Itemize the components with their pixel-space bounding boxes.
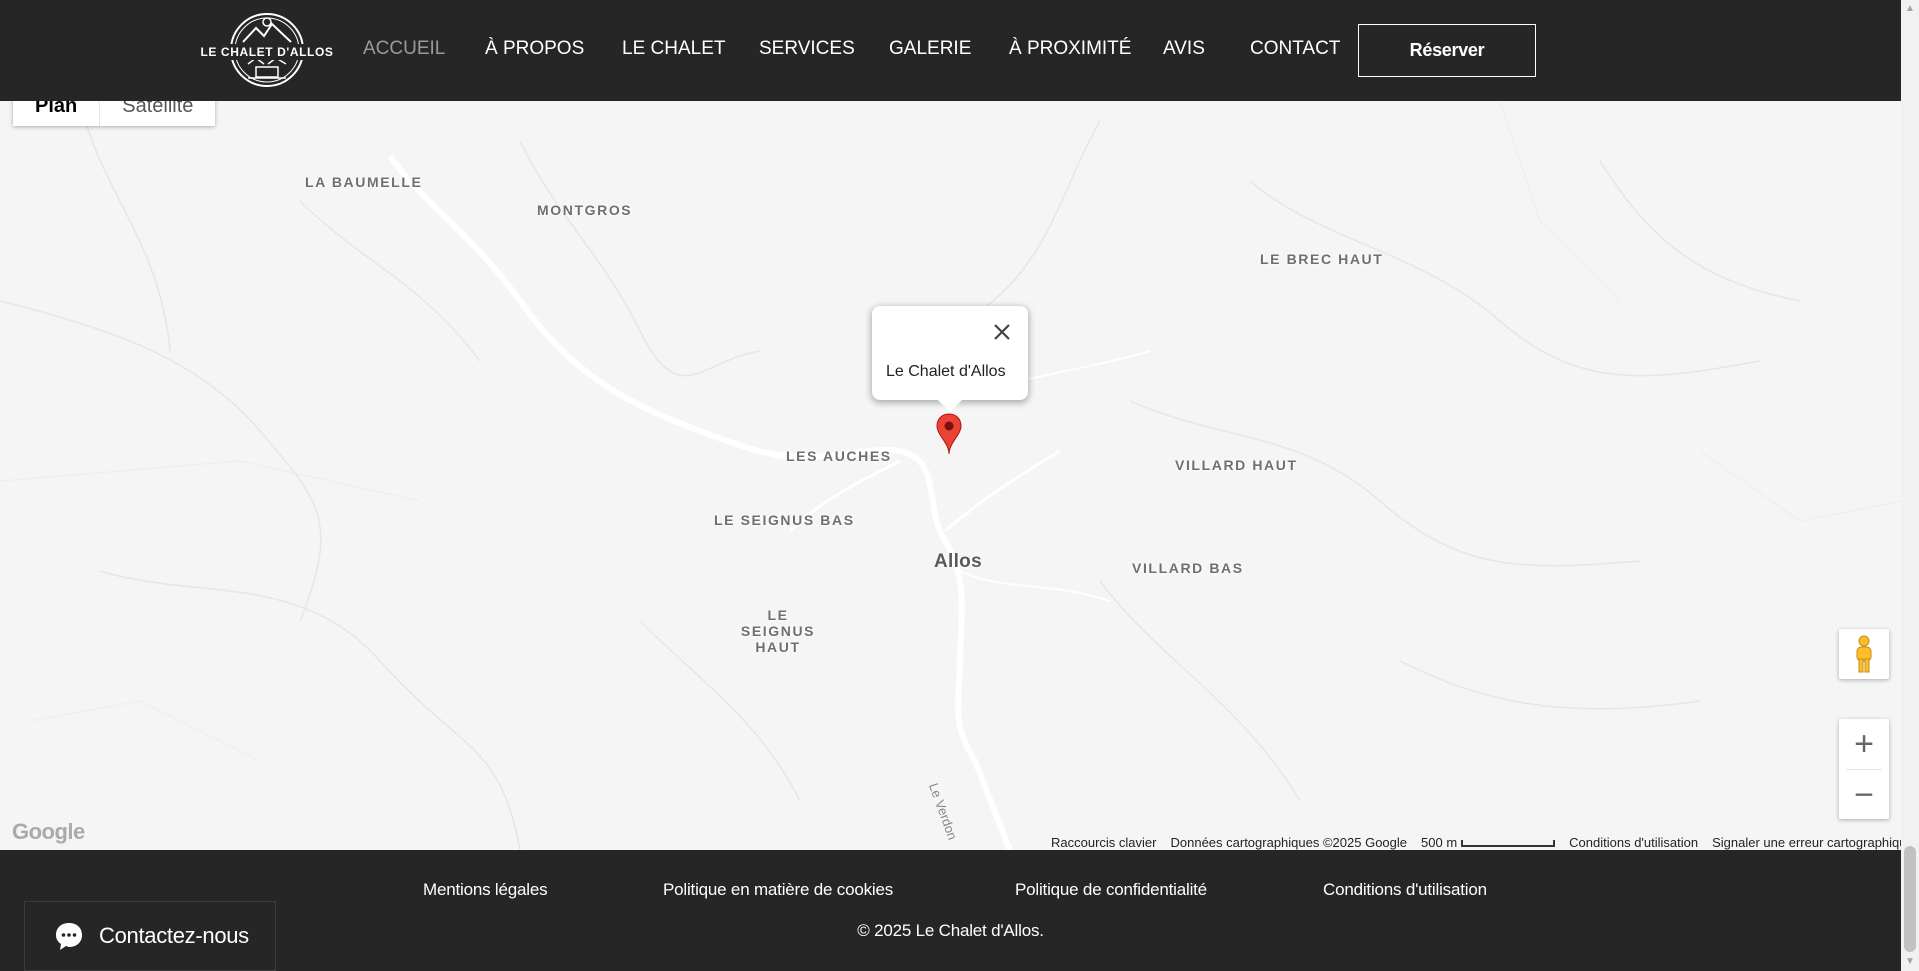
- terms-link[interactable]: Conditions d'utilisation: [1562, 835, 1705, 850]
- google-map[interactable]: Plan Satellite LA BAUMELLE MONTGROS LE B…: [0, 101, 1901, 850]
- map-type-control: Plan Satellite: [13, 101, 216, 126]
- footer-link-privacy[interactable]: Politique de confidentialité: [1015, 880, 1207, 900]
- site-logo[interactable]: LE CHALET D'ALLOS: [198, 12, 336, 88]
- town-label: Allos: [934, 551, 982, 572]
- place-label: VILLARD HAUT: [1175, 457, 1298, 473]
- footer-link-cookies[interactable]: Politique en matière de cookies: [663, 880, 893, 900]
- nav-galerie[interactable]: GALERIE: [889, 38, 971, 60]
- street-view-button[interactable]: [1839, 629, 1889, 679]
- place-label: VILLARD BAS: [1132, 560, 1244, 576]
- footer-link-terms[interactable]: Conditions d'utilisation: [1323, 880, 1487, 900]
- zoom-out-button[interactable]: −: [1839, 770, 1889, 820]
- scroll-down-icon[interactable]: ▼: [1905, 957, 1915, 967]
- chat-bubble-icon: [56, 923, 82, 950]
- nav-accueil[interactable]: ACCUEIL: [363, 38, 445, 60]
- map-attribution: Raccourcis clavier Données cartographiqu…: [1044, 833, 1901, 850]
- scale-label: 500 m: [1421, 834, 1458, 850]
- close-icon[interactable]: [990, 320, 1014, 344]
- logo-text: LE CHALET D'ALLOS: [198, 44, 336, 60]
- site-header: LE CHALET D'ALLOS ACCUEIL À PROPOS LE CH…: [0, 0, 1901, 101]
- place-label: LA BAUMELLE: [305, 174, 423, 190]
- zoom-control: + −: [1839, 719, 1889, 819]
- pegman-icon: [1856, 635, 1872, 673]
- keyboard-shortcuts-link[interactable]: Raccourcis clavier: [1044, 835, 1163, 850]
- nav-services[interactable]: SERVICES: [759, 38, 855, 60]
- contact-chat-label: Contactez-nous: [99, 923, 249, 948]
- scale-bar: [1461, 839, 1556, 847]
- info-window-title: Le Chalet d'Allos: [886, 363, 1006, 380]
- google-logo[interactable]: Google: [12, 819, 85, 845]
- nav-a-proximite[interactable]: À PROXIMITÉ: [1009, 38, 1131, 60]
- scrollbar-thumb[interactable]: [1904, 846, 1916, 952]
- place-label: MONTGROS: [537, 202, 633, 218]
- report-error-link[interactable]: Signaler une erreur cartographique: [1705, 835, 1901, 850]
- contact-chat-button[interactable]: Contactez-nous: [24, 901, 276, 971]
- map-type-plan-button[interactable]: Plan: [13, 101, 101, 126]
- map-data-text: Données cartographiques ©2025 Google: [1170, 834, 1408, 850]
- copyright-text: © 2025 Le Chalet d'Allos.: [857, 921, 1044, 940]
- place-label: LE BREC HAUT: [1260, 251, 1384, 267]
- nav-avis[interactable]: AVIS: [1163, 38, 1205, 60]
- place-label: LE SEIGNUS BAS: [714, 512, 855, 528]
- site-footer: Mentions légales Politique en matière de…: [0, 850, 1901, 971]
- nav-contact[interactable]: CONTACT: [1250, 38, 1340, 60]
- zoom-in-button[interactable]: +: [1839, 719, 1889, 769]
- map-pin-icon[interactable]: [936, 413, 962, 455]
- nav-le-chalet[interactable]: LE CHALET: [622, 38, 725, 60]
- map-terrain: [0, 101, 1901, 850]
- scroll-up-icon[interactable]: ▲: [1905, 4, 1915, 14]
- place-label: LE SEIGNUS HAUT: [740, 607, 816, 655]
- reserve-button[interactable]: Réserver: [1358, 24, 1536, 77]
- map-type-satellite-button[interactable]: Satellite: [100, 101, 215, 126]
- place-label: LES AUCHES: [786, 448, 892, 464]
- info-window: Le Chalet d'Allos: [872, 306, 1028, 412]
- scale-indicator[interactable]: 500 m: [1414, 835, 1562, 850]
- nav-a-propos[interactable]: À PROPOS: [485, 38, 584, 60]
- page-scrollbar[interactable]: ▲ ▼: [1901, 0, 1919, 971]
- footer-link-mentions[interactable]: Mentions légales: [423, 880, 548, 900]
